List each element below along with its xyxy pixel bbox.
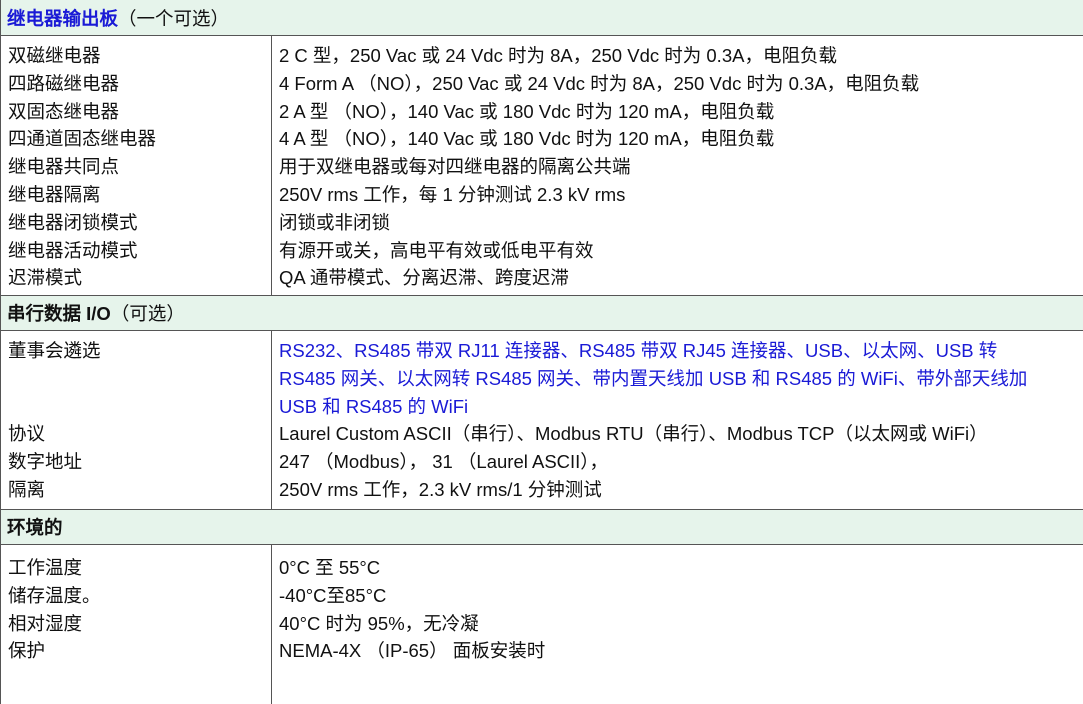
- spec-label: 工作温度: [8, 554, 271, 582]
- environment-labels-cell: 工作温度 储存温度。 相对湿度 保护: [1, 545, 272, 704]
- board-option-link[interactable]: RS232、RS485 带双 RJ11 连接器、RS485 带双 RJ45 连接…: [279, 337, 1083, 365]
- isolation-value: 250V rms 工作，2.3 kV rms/1 分钟测试: [279, 476, 1083, 504]
- environment-section-title: 环境的: [7, 517, 63, 538]
- relay-section-title[interactable]: 继电器输出板: [7, 8, 118, 29]
- spec-label: 双固态继电器: [8, 98, 271, 126]
- spec-label: 董事会遴选: [8, 337, 271, 365]
- spec-label: 四通道固态继电器: [8, 125, 271, 153]
- spec-label: 继电器闭锁模式: [8, 209, 271, 237]
- spec-label: 相对湿度: [8, 610, 271, 638]
- spec-value: 0°C 至 55°C: [279, 554, 1083, 582]
- spec-label: 继电器隔离: [8, 181, 271, 209]
- spec-label: 继电器活动模式: [8, 237, 271, 265]
- spec-label: 保护: [8, 637, 271, 665]
- spec-label: 双磁继电器: [8, 42, 271, 70]
- relay-labels-cell: 双磁继电器 四路磁继电器 双固态继电器 四通道固态继电器 继电器共同点 继电器隔…: [1, 36, 272, 296]
- spec-value: 2 C 型，250 Vac 或 24 Vdc 时为 8A，250 Vdc 时为 …: [279, 42, 1083, 70]
- spec-value: 用于双继电器或每对四继电器的隔离公共端: [279, 153, 1083, 181]
- relay-section-header: 继电器输出板（一个可选）: [1, 0, 1083, 36]
- serial-section-title: 串行数据 I/O: [7, 303, 111, 324]
- spec-label: 迟滞模式: [8, 264, 271, 292]
- board-option-link[interactable]: USB 和 RS485 的 WiFi: [279, 393, 1083, 421]
- spec-label: 储存温度。: [8, 582, 271, 610]
- relay-section-note: （一个可选）: [118, 8, 229, 29]
- spec-value: 40°C 时为 95%，无冷凝: [279, 610, 1083, 638]
- spec-value: 有源开或关，高电平有效或低电平有效: [279, 237, 1083, 265]
- spec-label: 数字地址: [8, 448, 271, 476]
- spec-label: 隔离: [8, 476, 271, 504]
- environment-values-cell: 0°C 至 55°C -40°C至85°C 40°C 时为 95%，无冷凝 NE…: [272, 545, 1083, 704]
- serial-section-cell: 串行数据 I/O（可选）: [1, 296, 1083, 331]
- serial-values-cell: RS232、RS485 带双 RJ11 连接器、RS485 带双 RJ45 连接…: [272, 331, 1083, 510]
- spec-value: 4 Form A （NO），250 Vac 或 24 Vdc 时为 8A，250…: [279, 70, 1083, 98]
- serial-section-header: 串行数据 I/O（可选）: [1, 296, 1083, 331]
- relay-section-body: 双磁继电器 四路磁继电器 双固态继电器 四通道固态继电器 继电器共同点 继电器隔…: [1, 36, 1083, 296]
- board-option-link[interactable]: RS485 网关、以太网转 RS485 网关、带内置天线加 USB 和 RS48…: [279, 365, 1083, 393]
- spec-value: 4 A 型 （NO），140 Vac 或 180 Vdc 时为 120 mA，电…: [279, 125, 1083, 153]
- environment-section-header: 环境的: [1, 510, 1083, 545]
- spec-value: 250V rms 工作，每 1 分钟测试 2.3 kV rms: [279, 181, 1083, 209]
- serial-section-body: 董事会遴选 协议 数字地址 隔离 RS232、RS485 带双 RJ11 连接器…: [1, 331, 1083, 510]
- spec-value: 2 A 型 （NO），140 Vac 或 180 Vdc 时为 120 mA，电…: [279, 98, 1083, 126]
- spec-value: QA 通带模式、分离迟滞、跨度迟滞: [279, 264, 1083, 292]
- serial-labels-cell: 董事会遴选 协议 数字地址 隔离: [1, 331, 272, 510]
- spec-label: 继电器共同点: [8, 153, 271, 181]
- environment-section-body: 工作温度 储存温度。 相对湿度 保护 0°C 至 55°C -40°C至85°C…: [1, 545, 1083, 704]
- spec-table: 继电器输出板（一个可选） 双磁继电器 四路磁继电器 双固态继电器 四通道固态继电…: [0, 0, 1083, 704]
- spec-label-spacer: [8, 393, 271, 421]
- address-value: 247 （Modbus）， 31 （Laurel ASCII），: [279, 448, 1083, 476]
- spec-label: 协议: [8, 420, 271, 448]
- relay-values-cell: 2 C 型，250 Vac 或 24 Vdc 时为 8A，250 Vdc 时为 …: [272, 36, 1083, 296]
- spec-value: -40°C至85°C: [279, 582, 1083, 610]
- environment-section-cell: 环境的: [1, 510, 1083, 545]
- spec-value: 闭锁或非闭锁: [279, 209, 1083, 237]
- serial-section-note: （可选）: [111, 303, 185, 324]
- relay-section-cell: 继电器输出板（一个可选）: [1, 0, 1083, 36]
- spec-value: NEMA-4X （IP-65） 面板安装时: [279, 637, 1083, 665]
- spec-label: 四路磁继电器: [8, 70, 271, 98]
- protocol-value: Laurel Custom ASCII（串行）、Modbus RTU（串行）、M…: [279, 420, 1083, 448]
- spec-label-spacer: [8, 365, 271, 393]
